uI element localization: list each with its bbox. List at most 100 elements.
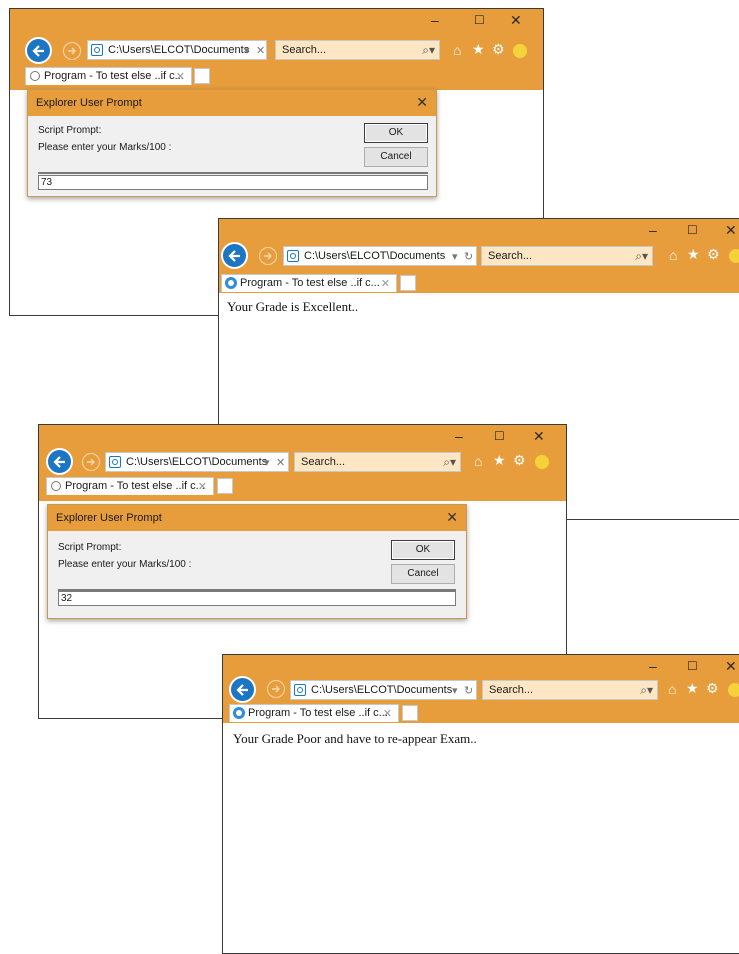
tab-close-button[interactable]: ✕: [381, 277, 390, 290]
back-button[interactable]: [221, 242, 248, 269]
ie-logo-icon: [91, 44, 103, 56]
favorites-star-icon[interactable]: ★: [687, 246, 700, 263]
dialog-close-button[interactable]: ✕: [416, 94, 428, 111]
dialog-close-button[interactable]: ✕: [446, 509, 458, 526]
maximize-button[interactable]: ☐: [494, 429, 505, 443]
back-button[interactable]: [46, 448, 73, 475]
settings-gear-icon[interactable]: ⚙: [706, 680, 719, 697]
minimize-button[interactable]: –: [649, 659, 657, 673]
search-box[interactable]: Search... ⌕▾: [481, 246, 653, 266]
dialog-titlebar: Explorer User Prompt ✕: [28, 90, 436, 116]
search-icon[interactable]: ⌕▾: [422, 43, 435, 58]
address-dropdown-icon[interactable]: ▾: [452, 684, 458, 697]
tab-close-button[interactable]: ✕: [176, 70, 185, 83]
forward-button[interactable]: [267, 680, 285, 698]
refresh-icon[interactable]: ↻: [464, 684, 473, 697]
home-icon[interactable]: ⌂: [474, 453, 482, 469]
search-box[interactable]: Search... ⌕▾: [294, 452, 461, 472]
marks-input[interactable]: 73: [38, 175, 428, 190]
address-bar[interactable]: C:\Users\ELCOT\Documents ▾ ↻: [290, 680, 477, 700]
home-icon[interactable]: ⌂: [669, 247, 677, 263]
home-icon[interactable]: ⌂: [453, 42, 461, 58]
address-text: C:\Users\ELCOT\Documents: [108, 44, 250, 56]
new-tab-icon[interactable]: [217, 478, 233, 494]
back-button[interactable]: [25, 37, 52, 64]
ie-logo-icon: [287, 250, 299, 262]
close-window-button[interactable]: ✕: [725, 223, 737, 237]
search-dropdown-icon[interactable]: ▾: [642, 249, 648, 263]
dialog-titlebar: Explorer User Prompt ✕: [48, 505, 466, 531]
ie-logo-icon: [109, 456, 121, 468]
ok-button[interactable]: OK: [364, 123, 428, 143]
feedback-smiley-icon[interactable]: [513, 44, 527, 58]
search-icon[interactable]: ⌕▾: [443, 455, 456, 470]
minimize-button[interactable]: –: [455, 429, 463, 443]
search-box[interactable]: Search... ⌕▾: [482, 680, 658, 700]
explorer-user-prompt-dialog: Explorer User Prompt ✕ Script Prompt: Pl…: [27, 89, 437, 197]
favorites-star-icon[interactable]: ★: [686, 680, 699, 697]
back-button[interactable]: [229, 676, 256, 703]
favorites-star-icon[interactable]: ★: [472, 41, 485, 58]
dialog-title: Explorer User Prompt: [36, 97, 142, 109]
tab-program[interactable]: Program - To test else ..if c... ✕: [221, 274, 397, 292]
address-bar[interactable]: C:\Users\ELCOT\Documents ▾ ↻: [283, 246, 477, 266]
feedback-smiley-icon[interactable]: [729, 249, 739, 263]
close-window-button[interactable]: ✕: [510, 13, 522, 27]
forward-button[interactable]: [63, 42, 81, 60]
search-box[interactable]: Search... ⌕▾: [275, 40, 440, 60]
cancel-button[interactable]: Cancel: [364, 147, 428, 167]
home-icon[interactable]: ⌂: [668, 681, 676, 697]
search-placeholder: Search...: [488, 250, 533, 262]
new-tab-icon[interactable]: [402, 705, 418, 721]
tab-program[interactable]: Program - To test else ..if c... ✕: [46, 477, 214, 495]
stop-icon[interactable]: ✕: [276, 456, 285, 469]
close-window-button[interactable]: ✕: [533, 429, 545, 443]
search-icon[interactable]: ⌕▾: [635, 249, 648, 264]
explorer-user-prompt-dialog: Explorer User Prompt ✕ Script Prompt: Pl…: [47, 504, 467, 619]
back-icon: [227, 249, 240, 262]
feedback-smiley-icon[interactable]: [535, 455, 549, 469]
ie-logo-icon: [294, 684, 306, 696]
settings-gear-icon[interactable]: ⚙: [492, 41, 505, 58]
address-text: C:\Users\ELCOT\Documents: [126, 456, 268, 468]
cancel-button[interactable]: Cancel: [391, 564, 455, 584]
marks-input[interactable]: 32: [58, 591, 456, 606]
tab-close-button[interactable]: ✕: [198, 480, 207, 493]
page-content: Your Grade Poor and have to re-appear Ex…: [223, 723, 739, 953]
search-dropdown-icon[interactable]: ▾: [647, 683, 653, 697]
tab-program[interactable]: Program - To test else ..if c... ✕: [25, 67, 192, 85]
maximize-button[interactable]: ☐: [687, 659, 698, 673]
address-dropdown-icon[interactable]: ▾: [244, 44, 250, 57]
back-icon: [52, 455, 65, 468]
address-bar[interactable]: C:\Users\ELCOT\Documents ▾ ✕: [105, 452, 289, 472]
forward-button[interactable]: [82, 453, 100, 471]
settings-gear-icon[interactable]: ⚙: [707, 246, 720, 263]
favorites-star-icon[interactable]: ★: [493, 452, 506, 469]
tab-title: Program - To test else ..if c...: [248, 707, 388, 719]
minimize-button[interactable]: –: [431, 13, 439, 27]
stop-icon[interactable]: ✕: [256, 44, 265, 57]
search-icon[interactable]: ⌕▾: [640, 683, 653, 698]
search-dropdown-icon[interactable]: ▾: [429, 43, 435, 57]
result-text: Your Grade Poor and have to re-appear Ex…: [233, 731, 477, 746]
address-bar[interactable]: C:\Users\ELCOT\Documents ▾ ✕: [87, 40, 267, 60]
loading-icon: [51, 481, 61, 491]
ok-button[interactable]: OK: [391, 540, 455, 560]
new-tab-icon[interactable]: [400, 275, 416, 291]
refresh-icon[interactable]: ↻: [464, 250, 473, 263]
close-window-button[interactable]: ✕: [725, 659, 737, 673]
maximize-button[interactable]: ☐: [687, 223, 698, 237]
search-dropdown-icon[interactable]: ▾: [450, 455, 456, 469]
settings-gear-icon[interactable]: ⚙: [513, 452, 526, 469]
search-placeholder: Search...: [301, 456, 346, 468]
forward-button[interactable]: [259, 247, 277, 265]
new-tab-icon[interactable]: [194, 68, 210, 84]
feedback-smiley-icon[interactable]: [728, 683, 739, 697]
tab-program[interactable]: Program - To test else ..if c... ✕: [229, 704, 399, 722]
minimize-button[interactable]: –: [649, 223, 657, 237]
maximize-button[interactable]: ☐: [474, 13, 485, 27]
tab-close-button[interactable]: ✕: [383, 707, 392, 720]
script-prompt-label: Script Prompt:: [58, 542, 122, 553]
address-dropdown-icon[interactable]: ▾: [452, 250, 458, 263]
address-dropdown-icon[interactable]: ▾: [264, 456, 270, 469]
